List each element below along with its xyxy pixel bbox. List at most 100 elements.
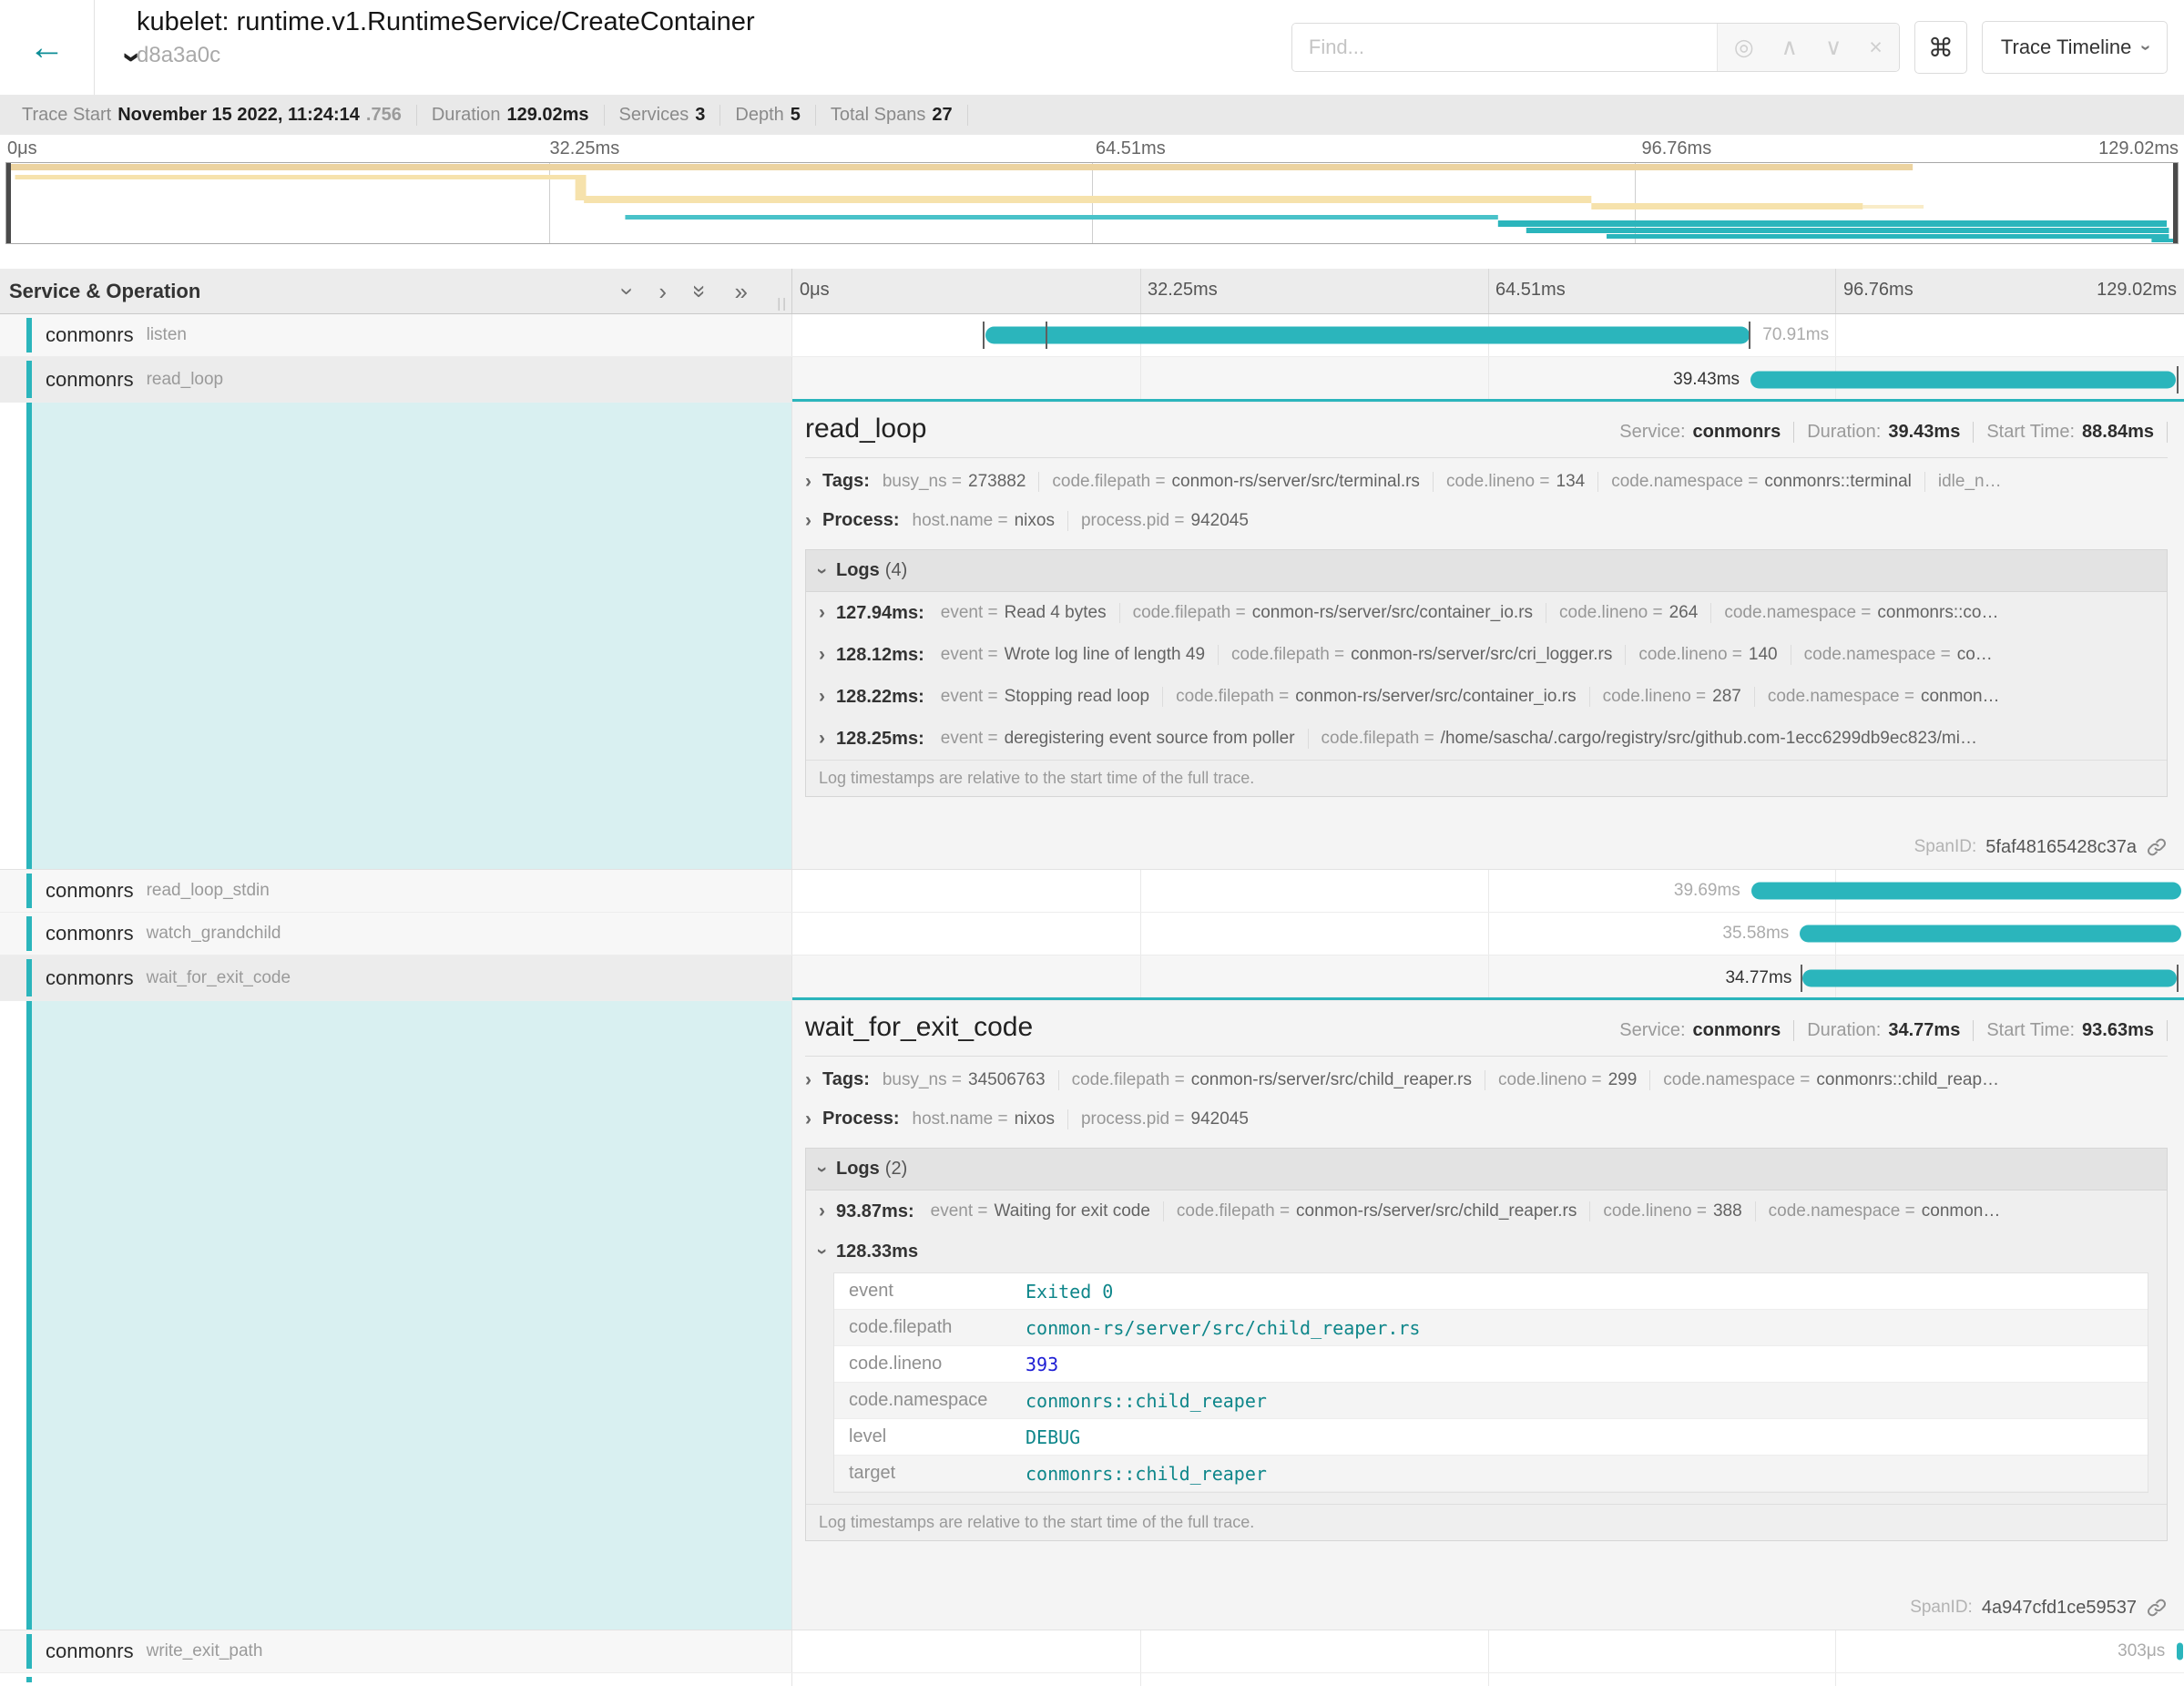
minimap-chart[interactable] <box>5 162 2179 244</box>
chevron-right-icon[interactable]: › <box>805 471 811 493</box>
find-input[interactable] <box>1292 24 1717 71</box>
log-marker <box>2177 965 2179 992</box>
log-field-row: code.lineno 393 <box>834 1346 2148 1383</box>
kv-pair: event =Read 4 bytes <box>932 603 1119 623</box>
span-name-cell[interactable]: conmonrs wait_for_exit_code <box>0 955 792 1000</box>
log-entry[interactable]: › 128.22ms: event =Stopping read loopcod… <box>819 676 2167 718</box>
minimap-tick-label: 129.02ms <box>2098 138 2179 159</box>
timeline-tick-label: 64.51ms <box>1495 280 1566 301</box>
chevron-right-icon[interactable]: › <box>819 602 825 624</box>
chevron-down-icon[interactable]: › <box>811 1249 833 1255</box>
span-timeline-cell[interactable]: 70.91ms <box>792 314 2184 356</box>
log-pairs: event =Waiting for exit codecode.filepat… <box>922 1201 2014 1221</box>
find-prev-icon[interactable]: ∧ <box>1781 34 1798 61</box>
service-name: conmonrs <box>46 966 134 990</box>
kv-pair: process.pid =942045 <box>1067 1109 1261 1129</box>
collapse-one-icon[interactable]: › <box>616 287 639 295</box>
find-actions: ◎ ∧ ∨ × <box>1717 24 1899 71</box>
span-row-read-loop-stdin[interactable]: conmonrs read_loop_stdin 39.69ms <box>0 870 2184 913</box>
detail-left-column <box>0 403 792 870</box>
service-name: conmonrs <box>46 323 134 347</box>
divider <box>805 1056 2168 1057</box>
span-name-cell[interactable]: conmonrs read_loop <box>0 357 792 402</box>
timeline-tick-label: 96.76ms <box>1843 280 1914 301</box>
kv-pair: code.filepath =conmon-rs/server/src/cont… <box>1162 687 1588 707</box>
detail-title: read_loop <box>805 414 1607 444</box>
logs-header[interactable]: › Logs (2) <box>806 1149 2167 1190</box>
span-timeline-cell[interactable]: 35.58ms <box>792 913 2184 955</box>
span-timeline-cell[interactable]: 39.69ms <box>792 870 2184 912</box>
span-name-cell[interactable] <box>0 1673 792 1686</box>
view-selector-button[interactable]: Trace Timeline › <box>1982 21 2168 74</box>
span-name-cell[interactable]: conmonrs watch_grandchild <box>0 913 792 955</box>
span-row-write-exit-path[interactable]: conmonrs write_exit_path 303μs <box>0 1630 2184 1673</box>
chevron-right-icon[interactable]: › <box>819 686 825 708</box>
span-bar[interactable] <box>985 327 1750 344</box>
span-timeline-cell[interactable] <box>792 1673 2184 1686</box>
column-resize-grip[interactable]: || <box>777 296 788 312</box>
back-arrow-icon[interactable]: ← <box>29 27 66 68</box>
span-color-accent <box>26 1001 32 1630</box>
span-bar[interactable] <box>2177 1643 2183 1660</box>
span-row-wait-for-exit-code[interactable]: conmonrs wait_for_exit_code 34.77ms <box>0 955 2184 1001</box>
expand-one-icon[interactable]: › <box>658 280 667 303</box>
trace-summary-bar: Trace StartNovember 15 2022, 11:24:14.75… <box>0 95 2184 135</box>
find-next-icon[interactable]: ∨ <box>1825 34 1842 61</box>
keyboard-shortcuts-button[interactable]: ⌘ <box>1914 21 1967 74</box>
span-bar[interactable] <box>1751 883 2181 900</box>
chevron-right-icon[interactable]: › <box>805 1069 811 1091</box>
span-row-watch-grandchild[interactable]: conmonrs watch_grandchild 35.58ms <box>0 913 2184 955</box>
span-timeline-cell[interactable]: 34.77ms <box>792 955 2184 1000</box>
tags-accordion[interactable]: › Tags: busy_ns =273882code.filepath =co… <box>805 462 2168 501</box>
span-name-cell[interactable]: conmonrs read_loop_stdin <box>0 870 792 912</box>
chevron-down-icon[interactable]: › <box>811 1166 833 1172</box>
log-entry[interactable]: › 128.25ms: event =deregistering event s… <box>819 718 2167 760</box>
log-entry-expanded[interactable]: › 128.33ms <box>819 1232 2167 1271</box>
minimap-right-handle[interactable] <box>2173 163 2178 243</box>
process-accordion[interactable]: › Process: host.name =nixosprocess.pid =… <box>805 1099 2168 1139</box>
kv-pair: code.filepath =conmon-rs/server/src/cri_… <box>1218 645 1625 665</box>
chevron-right-icon[interactable]: › <box>819 1201 825 1222</box>
link-icon[interactable] <box>2146 836 2168 858</box>
chevron-down-icon[interactable]: › <box>811 567 833 574</box>
chevron-down-icon[interactable]: › <box>77 52 152 63</box>
link-icon[interactable] <box>2146 1597 2168 1619</box>
timeline-tick-label: 32.25ms <box>1148 280 1218 301</box>
span-row-partial[interactable] <box>0 1673 2184 1686</box>
log-entry[interactable]: › 127.94ms: event =Read 4 bytescode.file… <box>819 592 2167 634</box>
span-name-cell[interactable]: conmonrs listen <box>0 314 792 356</box>
chevron-right-icon[interactable]: › <box>819 728 825 750</box>
span-color-accent <box>26 318 32 353</box>
chevron-right-icon[interactable]: › <box>805 510 811 532</box>
kv-pair: code.lineno =299 <box>1485 1070 1649 1090</box>
detail-meta-item: Service:conmonrs <box>1607 1020 1794 1041</box>
minimap-left-handle[interactable] <box>6 163 11 243</box>
chevron-right-icon[interactable]: › <box>805 1109 811 1130</box>
span-timeline-cell[interactable]: 39.43ms <box>792 357 2184 402</box>
process-accordion[interactable]: › Process: host.name =nixosprocess.pid =… <box>805 501 2168 540</box>
log-entry[interactable]: › 128.12ms: event =Wrote log line of len… <box>819 634 2167 676</box>
back-button[interactable]: ← <box>0 0 95 95</box>
span-row-read-loop[interactable]: conmonrs read_loop 39.43ms <box>0 357 2184 403</box>
find-box: ◎ ∧ ∨ × <box>1291 23 1900 72</box>
expand-all-icon[interactable]: » <box>735 280 748 303</box>
log-marker <box>1749 322 1750 349</box>
span-bar[interactable] <box>1802 969 2177 986</box>
span-bar[interactable] <box>1750 371 2176 388</box>
find-clear-icon[interactable]: × <box>1869 35 1883 61</box>
span-timeline-cell[interactable]: 303μs <box>792 1630 2184 1672</box>
span-name-cell[interactable]: conmonrs write_exit_path <box>0 1630 792 1672</box>
span-bar[interactable] <box>1800 925 2181 943</box>
log-entry[interactable]: › 93.87ms: event =Waiting for exit codec… <box>819 1190 2167 1232</box>
chevron-right-icon[interactable]: › <box>819 644 825 666</box>
tags-accordion[interactable]: › Tags: busy_ns =34506763code.filepath =… <box>805 1060 2168 1099</box>
kv-pair: code.namespace =conmonrs::co… <box>1710 603 2011 623</box>
crosshair-icon[interactable]: ◎ <box>1734 34 1754 61</box>
detail-header: wait_for_exit_code Service:conmonrsDurat… <box>805 1012 2168 1043</box>
log-fields-table: event Exited 0 code.filepath conmon-rs/s… <box>833 1272 2148 1493</box>
logs-header[interactable]: › Logs (4) <box>806 550 2167 592</box>
header-actions: ◎ ∧ ∨ × ⌘ Trace Timeline › <box>1291 0 2184 95</box>
span-row-listen[interactable]: conmonrs listen 70.91ms <box>0 314 2184 357</box>
collapse-all-icon[interactable]: » <box>689 284 712 297</box>
summary-item: Depth5 <box>720 105 816 126</box>
